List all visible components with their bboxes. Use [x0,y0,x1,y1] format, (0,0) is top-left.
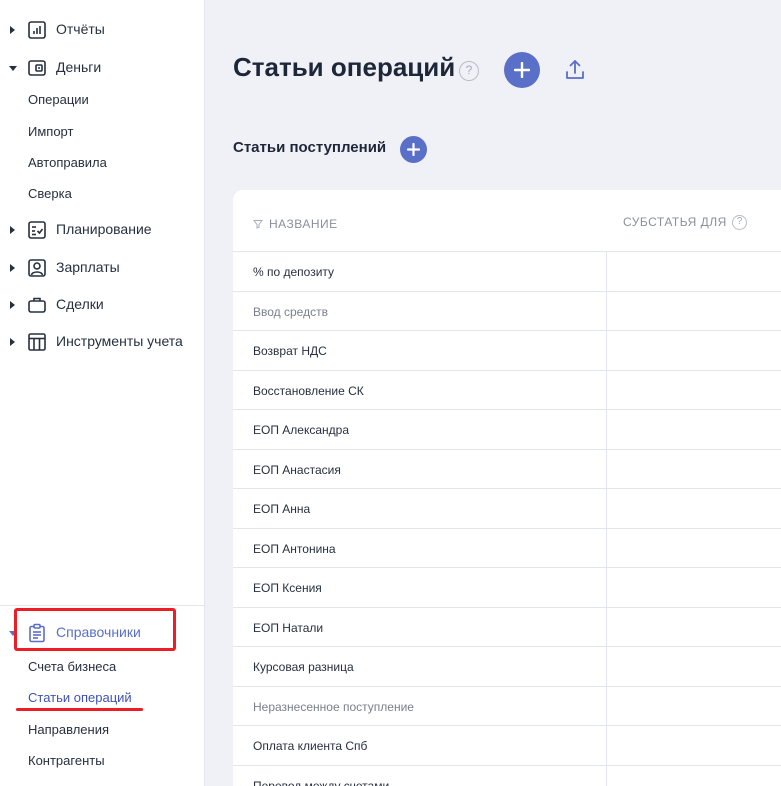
table-row[interactable]: ЕОП Анна [233,489,781,529]
table-row[interactable]: ЕОП Антонина [233,529,781,568]
sidebar-item-operations[interactable]: Операции [28,92,89,107]
table-row[interactable]: Восстановление СК [233,371,781,410]
caret-down-icon[interactable] [9,66,17,71]
sidebar-group-label: Инструменты учета [56,333,183,349]
checklist-icon [28,221,46,239]
table-row[interactable]: Неразнесенное поступление [233,687,781,726]
sidebar-group-salaries[interactable]: Зарплаты [0,256,205,280]
filter-icon[interactable] [253,219,263,229]
sidebar-item-business-accounts[interactable]: Счета бизнеса [28,659,116,674]
table-row[interactable]: ЕОП Александра [233,410,781,450]
table-row[interactable]: ЕОП Ксения [233,568,781,608]
upload-icon[interactable] [562,57,588,83]
row-name: ЕОП Натали [253,620,324,635]
sidebar-group-label: Сделки [56,296,104,312]
sidebar-group-label: Планирование [56,221,152,237]
sidebar-item-reconciliation[interactable]: Сверка [28,186,72,201]
annotation-highlight-box [14,608,176,651]
sidebar-item-operation-categories[interactable]: Статьи операций [28,690,132,705]
table-row[interactable]: ЕОП Анастасия [233,450,781,489]
sidebar-group-planning[interactable]: Планирование [0,218,205,242]
column-header-subcategory: СУБСТАТЬЯ ДЛЯ [623,215,727,229]
table-header: НАЗВАНИЕ СУБСТАТЬЯ ДЛЯ ? [233,190,781,252]
row-name: Восстановление СК [253,383,364,398]
sidebar-group-label: Отчёты [56,21,105,37]
chart-icon [28,21,46,39]
annotation-underline [16,708,143,711]
sidebar-group-reports[interactable]: Отчёты [0,18,205,42]
table-row[interactable]: Возврат НДС [233,331,781,371]
row-name: ЕОП Анна [253,502,311,516]
row-name: Перевод между счетами [253,778,390,786]
sidebar-group-money[interactable]: Деньги [0,56,205,80]
caret-right-icon[interactable] [10,264,15,272]
wallet-icon [28,60,46,76]
row-name: Неразнесенное поступление [253,699,414,714]
sidebar: Отчёты Деньги Операции Импорт Автоправил… [0,0,205,786]
caret-right-icon[interactable] [10,338,15,346]
categories-table: НАЗВАНИЕ СУБСТАТЬЯ ДЛЯ ? % по депозиту Вв… [233,190,781,786]
row-name: Оплата клиента Спб [253,739,368,753]
plus-icon [407,143,420,156]
help-icon[interactable]: ? [732,215,747,230]
row-name: ЕОП Анастасия [253,462,341,477]
table-row[interactable]: % по депозиту [233,252,781,292]
sidebar-group-deals[interactable]: Сделки [0,293,205,317]
table-row[interactable]: Курсовая разница [233,647,781,687]
sidebar-group-label: Деньги [56,59,102,75]
row-name: % по депозиту [253,265,335,279]
table-row[interactable]: Ввод средств [233,292,781,331]
table-row[interactable]: Оплата клиента Спб [233,726,781,766]
row-name: Возврат НДС [253,344,327,358]
caret-right-icon[interactable] [10,226,15,234]
help-icon[interactable]: ? [459,61,479,81]
sidebar-item-autorules[interactable]: Автоправила [28,155,107,170]
add-income-category-button[interactable] [400,136,427,163]
sidebar-item-directions[interactable]: Направления [28,722,109,737]
sidebar-item-counterparties[interactable]: Контрагенты [28,753,105,768]
table-row[interactable]: Перевод между счетами [233,766,781,786]
table-row[interactable]: ЕОП Натали [233,608,781,647]
caret-right-icon[interactable] [10,301,15,309]
sidebar-group-label: Зарплаты [56,259,120,275]
column-header-name[interactable]: НАЗВАНИЕ [253,217,338,231]
row-name: ЕОП Александра [253,423,350,437]
row-name: ЕОП Ксения [253,581,322,595]
table-icon [28,333,46,351]
section-title-income: Статьи поступлений [233,139,387,156]
row-name: ЕОП Антонина [253,541,336,556]
column-header-label: НАЗВАНИЕ [269,217,338,231]
row-name: Ввод средств [253,304,328,319]
sidebar-item-import[interactable]: Импорт [28,124,73,139]
briefcase-icon [28,297,46,313]
row-name: Курсовая разница [253,660,354,674]
page-title: Статьи операций [233,52,456,82]
caret-right-icon[interactable] [10,26,15,34]
add-operation-category-button[interactable] [504,52,540,88]
sidebar-group-tools[interactable]: Инструменты учета [0,330,205,354]
person-icon [28,259,46,277]
sidebar-divider [0,605,205,606]
plus-icon [514,62,530,78]
